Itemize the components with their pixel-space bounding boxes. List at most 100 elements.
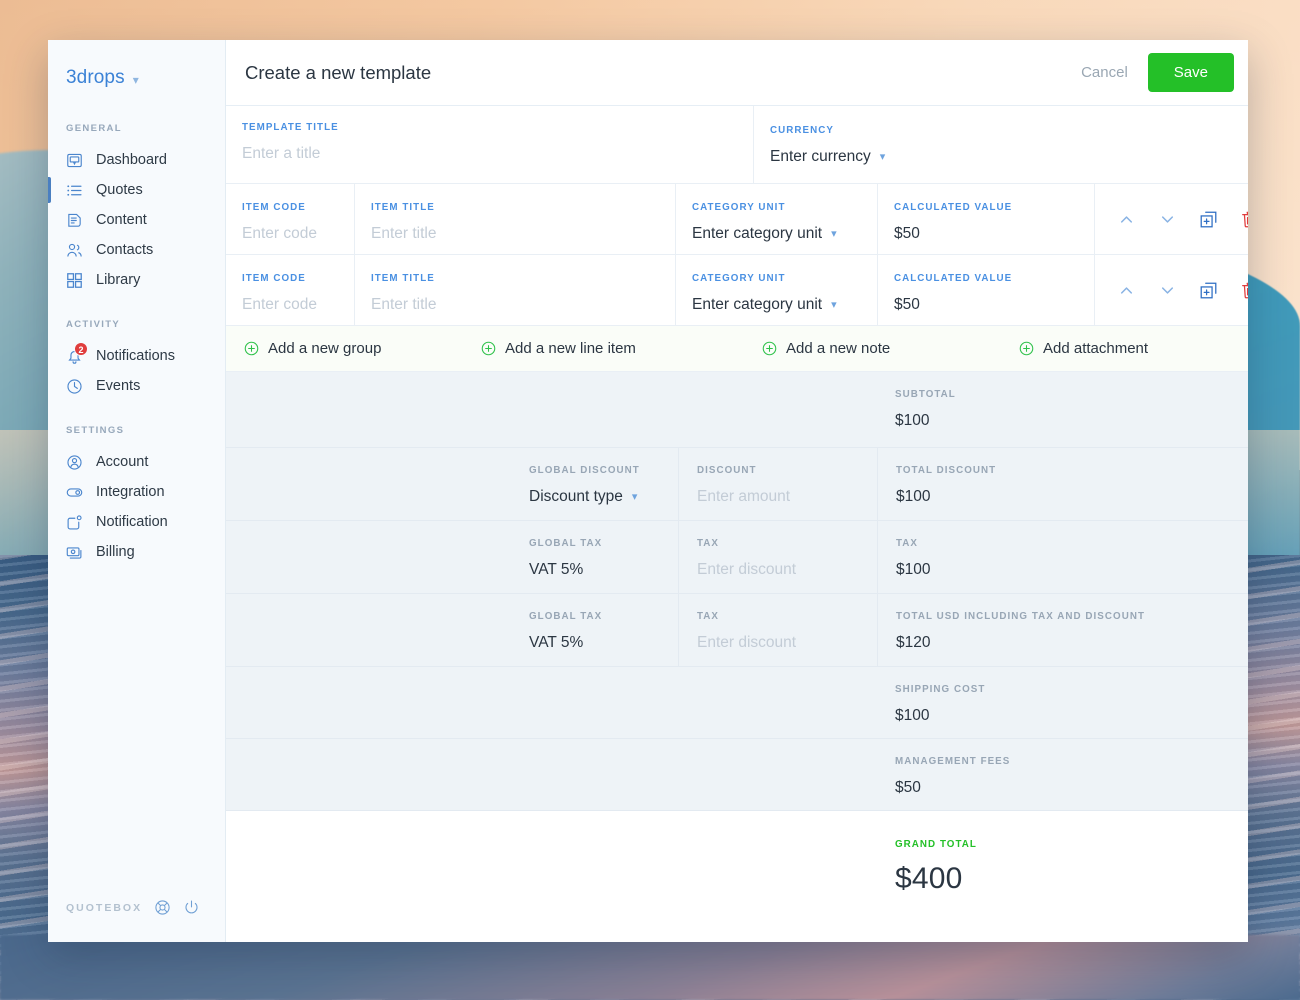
cancel-button[interactable]: Cancel bbox=[1079, 58, 1130, 87]
discount-amount-field[interactable]: DISCOUNT Enter amount bbox=[678, 448, 877, 520]
calculated-value-field: CALCULATED VALUE $50 bbox=[877, 184, 1094, 254]
item-code-field[interactable]: ITEM CODE Enter code bbox=[226, 184, 354, 254]
currency-value: Enter currency bbox=[770, 148, 871, 165]
row-spacer bbox=[678, 739, 877, 810]
category-unit-select[interactable]: Enter category unit ▾ bbox=[692, 296, 877, 314]
chevron-up-icon[interactable] bbox=[1117, 210, 1136, 229]
duplicate-icon[interactable] bbox=[1199, 281, 1218, 300]
sidebar-item-content[interactable]: Content bbox=[48, 205, 225, 235]
row-spacer bbox=[226, 667, 511, 738]
sidebar-item-label: Events bbox=[96, 378, 141, 394]
add-actions-row: Add a new group Add a new line item Add … bbox=[226, 326, 1248, 372]
sidebar-item-contacts[interactable]: Contacts bbox=[48, 235, 225, 265]
chevron-up-icon[interactable] bbox=[1117, 281, 1136, 300]
subtotal-field: SUBTOTAL $100 bbox=[877, 372, 1248, 447]
nav-group-settings: SETTINGS Account Integration Notificatio… bbox=[48, 425, 225, 567]
chevron-down-icon[interactable] bbox=[1158, 210, 1177, 229]
row-spacer bbox=[226, 739, 511, 810]
category-unit-field[interactable]: CATEGORY UNIT Enter category unit ▾ bbox=[675, 184, 877, 254]
category-unit-field[interactable]: CATEGORY UNIT Enter category unit ▾ bbox=[675, 255, 877, 325]
item-title-field[interactable]: ITEM TITLE Enter title bbox=[354, 184, 675, 254]
category-unit-label: CATEGORY UNIT bbox=[692, 273, 786, 284]
tax-total-value: $100 bbox=[896, 561, 931, 578]
tax-total-field: TAX $100 bbox=[877, 521, 1248, 593]
currency-field[interactable]: CURRENCY Enter currency ▾ bbox=[753, 106, 1248, 183]
template-title-input[interactable]: Enter a title bbox=[242, 145, 753, 163]
sidebar-item-events[interactable]: Events bbox=[48, 371, 225, 401]
add-attachment-button[interactable]: Add attachment bbox=[1019, 340, 1148, 357]
line-item-row: ITEM CODE Enter code ITEM TITLE Enter ti… bbox=[226, 184, 1248, 255]
category-unit-value: Enter category unit bbox=[692, 296, 823, 313]
sidebar-item-dashboard[interactable]: Dashboard bbox=[48, 145, 225, 175]
page-header: Create a new template Cancel Save bbox=[226, 40, 1248, 106]
trash-icon[interactable] bbox=[1240, 281, 1248, 300]
currency-select[interactable]: Enter currency ▾ bbox=[770, 148, 1248, 166]
discount-amount-input[interactable]: Enter amount bbox=[697, 488, 877, 506]
add-new-line-item-button[interactable]: Add a new line item bbox=[481, 340, 762, 357]
add-new-group-button[interactable]: Add a new group bbox=[226, 340, 481, 357]
global-discount-value: Discount type bbox=[529, 488, 623, 505]
discount-row: GLOBAL DISCOUNT Discount type ▾ DISCOUNT… bbox=[226, 448, 1248, 521]
category-unit-select[interactable]: Enter category unit ▾ bbox=[692, 225, 877, 243]
sidebar-item-account[interactable]: Account bbox=[48, 447, 225, 477]
lifebuoy-icon[interactable] bbox=[154, 899, 171, 916]
sidebar-item-label: Quotes bbox=[96, 182, 143, 198]
main-panel: Create a new template Cancel Save TEMPLA… bbox=[226, 40, 1248, 942]
nav-group-activity: ACTIVITY 2 Notifications Events bbox=[48, 319, 225, 401]
tax-amount-label: TAX bbox=[697, 538, 720, 549]
shipping-cost-row: SHIPPING COST $100 bbox=[226, 667, 1248, 739]
calculated-value-field: CALCULATED VALUE $50 bbox=[877, 255, 1094, 325]
brand-switcher[interactable]: 3drops ▾ bbox=[48, 40, 225, 89]
sidebar-item-label: Content bbox=[96, 212, 147, 228]
chevron-down-icon[interactable] bbox=[1158, 281, 1177, 300]
tax-amount-input[interactable]: Enter discount bbox=[697, 561, 877, 579]
item-title-field[interactable]: ITEM TITLE Enter title bbox=[354, 255, 675, 325]
sidebar-item-integration[interactable]: Integration bbox=[48, 477, 225, 507]
item-title-input[interactable]: Enter title bbox=[371, 225, 675, 243]
header-actions: Cancel Save bbox=[1079, 53, 1234, 92]
global-tax-field[interactable]: GLOBAL TAX VAT 5% bbox=[511, 594, 678, 666]
tax-amount-label: TAX bbox=[697, 611, 720, 622]
clock-icon bbox=[66, 378, 83, 395]
sidebar-item-label: Library bbox=[96, 272, 141, 288]
row-spacer bbox=[226, 448, 511, 520]
item-title-input[interactable]: Enter title bbox=[371, 296, 675, 314]
shipping-cost-value: $100 bbox=[895, 707, 930, 724]
sidebar-item-notification[interactable]: Notification bbox=[48, 507, 225, 537]
plus-circle-icon bbox=[481, 341, 496, 356]
row-spacer bbox=[678, 667, 877, 738]
save-button[interactable]: Save bbox=[1147, 53, 1234, 92]
sidebar-item-label: Integration bbox=[96, 484, 165, 500]
add-new-note-button[interactable]: Add a new note bbox=[762, 340, 1019, 357]
global-tax-field[interactable]: GLOBAL TAX VAT 5% bbox=[511, 521, 678, 593]
tax-amount-field[interactable]: TAX Enter discount bbox=[678, 521, 877, 593]
template-title-field[interactable]: TEMPLATE TITLE Enter a title bbox=[226, 106, 753, 183]
total-including-tax-field: TOTAL USD INCLUDING TAX AND DISCOUNT $12… bbox=[877, 594, 1248, 666]
sidebar-item-quotes[interactable]: Quotes bbox=[48, 175, 225, 205]
currency-label: CURRENCY bbox=[770, 125, 834, 136]
global-discount-select[interactable]: Discount type ▾ bbox=[529, 488, 678, 506]
document-icon bbox=[66, 212, 83, 229]
global-discount-field[interactable]: GLOBAL DISCOUNT Discount type ▾ bbox=[511, 448, 678, 520]
duplicate-icon[interactable] bbox=[1199, 210, 1218, 229]
sidebar-item-label: Dashboard bbox=[96, 152, 167, 168]
line-item-actions bbox=[1094, 255, 1248, 325]
row-spacer bbox=[226, 594, 511, 666]
item-title-label: ITEM TITLE bbox=[371, 273, 435, 284]
row-spacer bbox=[511, 739, 678, 810]
tax-row-2: GLOBAL TAX VAT 5% TAX Enter discount TOT… bbox=[226, 594, 1248, 667]
sidebar-item-billing[interactable]: Billing bbox=[48, 537, 225, 567]
tax-amount-field[interactable]: TAX Enter discount bbox=[678, 594, 877, 666]
line-item-row: ITEM CODE Enter code ITEM TITLE Enter ti… bbox=[226, 255, 1248, 326]
item-code-input[interactable]: Enter code bbox=[242, 225, 354, 243]
power-icon[interactable] bbox=[183, 899, 200, 916]
management-fees-field: MANAGEMENT FEES $50 bbox=[877, 739, 1248, 810]
total-discount-value: $100 bbox=[896, 488, 931, 505]
row-spacer bbox=[511, 667, 678, 738]
item-code-input[interactable]: Enter code bbox=[242, 296, 354, 314]
tax-amount-input[interactable]: Enter discount bbox=[697, 634, 877, 652]
item-code-field[interactable]: ITEM CODE Enter code bbox=[226, 255, 354, 325]
trash-icon[interactable] bbox=[1240, 210, 1248, 229]
sidebar-item-notifications[interactable]: 2 Notifications bbox=[48, 341, 225, 371]
sidebar-item-library[interactable]: Library bbox=[48, 265, 225, 295]
